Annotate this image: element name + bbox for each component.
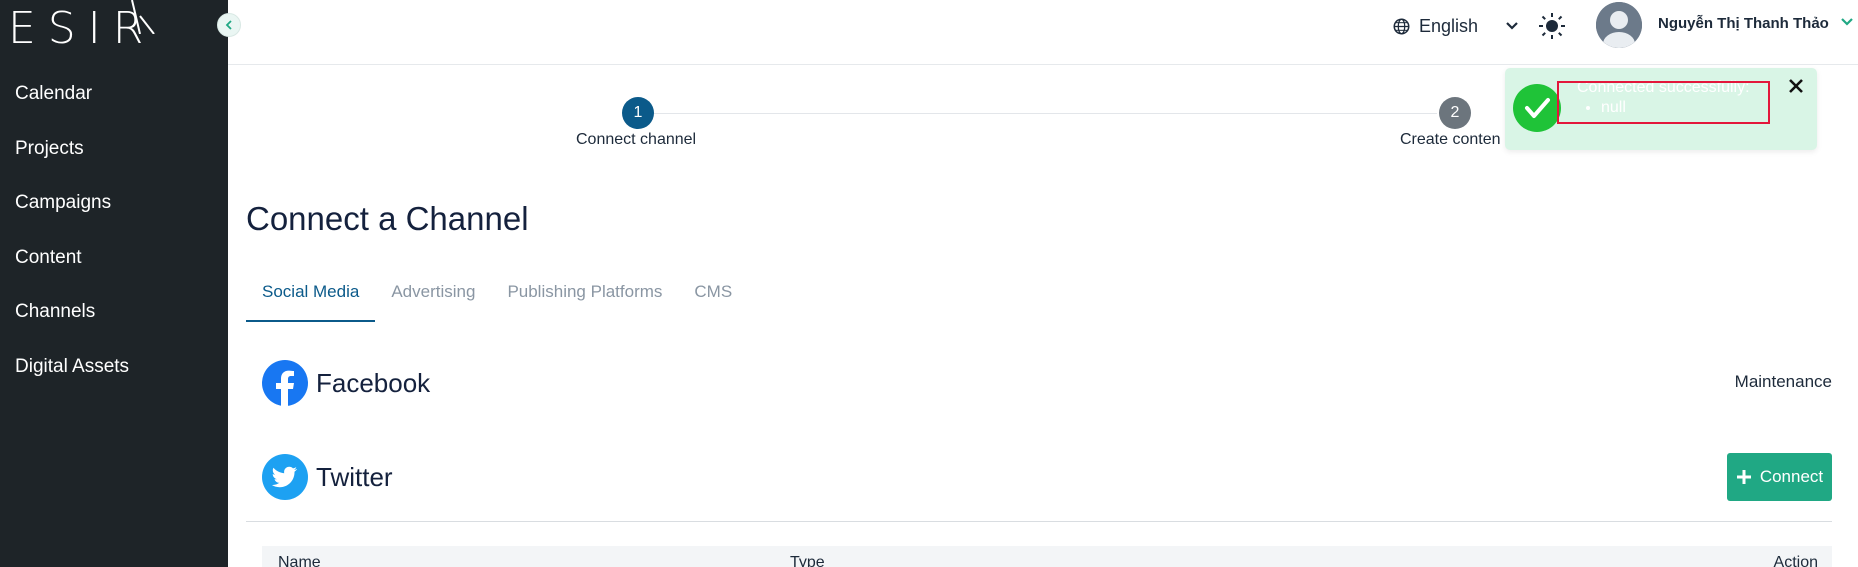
close-icon[interactable] (1786, 76, 1806, 96)
channel-row-facebook: Facebook (262, 360, 430, 406)
channel-row-twitter: Twitter (262, 454, 393, 500)
language-label: English (1419, 15, 1479, 36)
chevron-left-icon (225, 20, 232, 30)
connect-label: Connect (1759, 467, 1824, 486)
page-title: Connect a Channel (246, 200, 529, 237)
user-avatar-icon (1596, 2, 1642, 48)
step-1-label: Connect channel (576, 131, 697, 148)
language-selector[interactable]: English (1393, 13, 1519, 39)
facebook-status: Maintenance (1734, 372, 1832, 391)
sidebar-item-digital-assets[interactable]: Digital Assets (0, 340, 228, 395)
step-1: 1 (622, 97, 654, 129)
stepper-line (637, 113, 1437, 114)
column-header-name: Name (278, 554, 321, 567)
tab-publishing-platforms[interactable]: Publishing Platforms (491, 272, 678, 322)
sidebar-collapse-button[interactable] (217, 13, 241, 37)
tab-social-media[interactable]: Social Media (246, 272, 376, 322)
globe-icon (1393, 18, 1410, 34)
sidebar-item-projects[interactable]: Projects (0, 122, 228, 177)
table-header: Name Type Action (262, 546, 1832, 567)
channel-name-facebook: Facebook (316, 367, 431, 398)
step-2-label: Create conten (1400, 131, 1501, 148)
twitter-icon (262, 454, 308, 500)
user-name[interactable]: Nguyễn Thị Thanh Thảo (1658, 15, 1829, 32)
sidebar: ESIR Calendar Projects Campaigns Content… (0, 0, 228, 567)
sidebar-item-campaigns[interactable]: Campaigns (0, 176, 228, 231)
success-check-icon (1513, 84, 1561, 132)
logo-mark-icon (131, 0, 155, 34)
facebook-icon (262, 360, 308, 406)
chevron-down-icon (1506, 22, 1518, 30)
channel-name-twitter: Twitter (316, 461, 393, 492)
header: English Nguyễn Thị Thanh Thảo (228, 0, 1858, 65)
channel-tabs: Social Media Advertising Publishing Plat… (246, 272, 748, 322)
tab-advertising[interactable]: Advertising (375, 272, 491, 322)
column-header-action: Action (1773, 554, 1818, 567)
sidebar-item-calendar[interactable]: Calendar (0, 67, 228, 122)
plus-icon (1736, 470, 1751, 484)
sun-icon[interactable] (1538, 12, 1566, 40)
avatar[interactable] (1596, 2, 1642, 48)
sidebar-item-channels[interactable]: Channels (0, 285, 228, 340)
twitter-connect-button[interactable]: Connect (1727, 453, 1832, 501)
divider (246, 521, 1832, 522)
step-2: 2 (1439, 97, 1471, 129)
tab-cms[interactable]: CMS (678, 272, 748, 322)
sidebar-nav: Calendar Projects Campaigns Content Chan… (0, 67, 228, 394)
sidebar-item-content[interactable]: Content (0, 231, 228, 286)
column-header-type: Type (790, 554, 825, 567)
chevron-down-icon[interactable] (1840, 17, 1854, 27)
highlight-box (1557, 81, 1770, 124)
